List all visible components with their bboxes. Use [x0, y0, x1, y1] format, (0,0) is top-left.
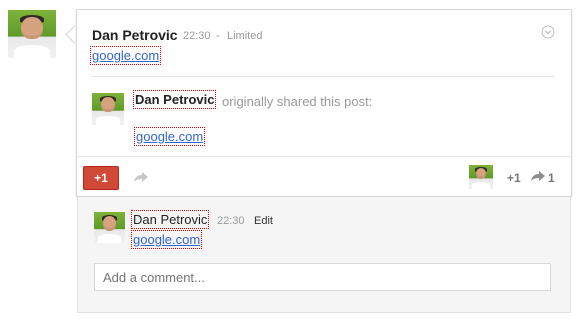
post-visibility[interactable]: Limited: [227, 30, 262, 42]
reshare-author-avatar[interactable]: [92, 93, 124, 125]
reshare-author-name[interactable]: Dan Petrovic: [132, 90, 217, 109]
share-count[interactable]: 1: [548, 171, 555, 185]
post-author-name[interactable]: Dan Petrovic: [92, 27, 178, 43]
commenter-avatar[interactable]: [94, 212, 125, 243]
actions-divider: [77, 156, 571, 157]
plus-one-count[interactable]: +1: [507, 171, 521, 185]
post-link[interactable]: google.com: [89, 46, 162, 65]
reshare-arrow-icon[interactable]: [530, 169, 546, 183]
reshare-link[interactable]: google.com: [133, 127, 206, 146]
post-divider: [92, 76, 555, 77]
plus-one-button[interactable]: +1: [83, 166, 119, 190]
chevron-down-circle-icon[interactable]: [541, 25, 555, 39]
post-time[interactable]: 22:30: [183, 30, 211, 42]
author-avatar[interactable]: [8, 10, 56, 58]
reshare-text: originally shared this post:: [222, 94, 373, 109]
comment-link[interactable]: google.com: [130, 230, 203, 249]
meta-separator: -: [216, 30, 220, 42]
add-comment-input[interactable]: [94, 263, 551, 291]
comment-time[interactable]: 22:30: [217, 215, 245, 227]
comment-author-name[interactable]: Dan Petrovic: [130, 210, 210, 229]
share-arrow-icon[interactable]: [132, 169, 150, 185]
comment-edit-link[interactable]: Edit: [254, 215, 273, 227]
plusoner-avatar[interactable]: [469, 165, 493, 189]
